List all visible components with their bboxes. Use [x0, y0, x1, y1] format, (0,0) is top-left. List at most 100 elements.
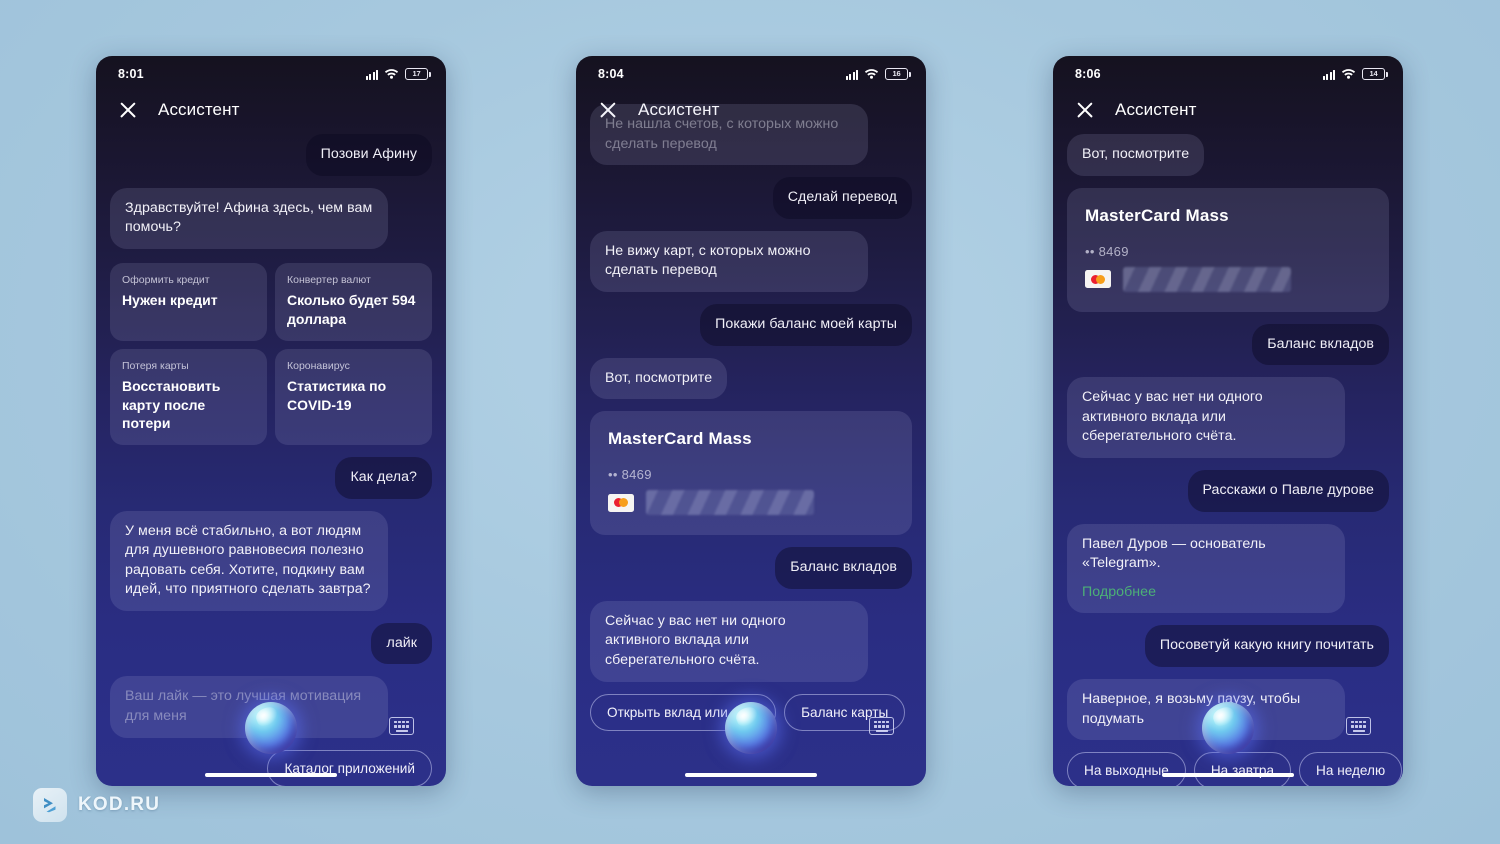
home-indicator[interactable]: [205, 773, 337, 777]
user-message-bubble: лайк: [371, 622, 432, 665]
assistant-message-bubble: Сейчас у вас нет ни одного активного вкл…: [590, 600, 868, 682]
phone-2: 8:04 16 Ассистент Не нашла счетов, с которы…: [576, 56, 926, 786]
user-message-bubble: Баланс вкладов: [775, 547, 912, 589]
assistant-message-bubble: Не нашла счетов, с которых можно сделать…: [590, 104, 868, 166]
hidden-balance-placeholder: [646, 490, 814, 516]
bank-card-widget[interactable]: MasterCard Mass •• 8469: [1067, 187, 1389, 312]
message-row: Сейчас у вас нет ни одного активного вкл…: [590, 600, 912, 682]
battery-level: 16: [892, 69, 901, 79]
chat-stream: Не нашла счетов, с которых можно сделать…: [576, 104, 926, 682]
message-text: Позови Афину: [320, 146, 417, 162]
keyboard-icon[interactable]: [1346, 717, 1371, 735]
assistant-message-bubble: Вот, посмотрите: [590, 357, 728, 400]
user-message-bubble: Посоветуй какую книгу почитать: [1144, 625, 1389, 667]
wifi-icon: [384, 67, 399, 82]
message-row: Не нашла счетов, с которых можно сделать…: [590, 104, 912, 166]
card-bottom-row: [608, 490, 894, 516]
suggestion-card-title: Восстановить карту после потери: [122, 378, 221, 431]
bank-card-widget[interactable]: MasterCard Mass •• 8469: [590, 411, 912, 536]
battery-level: 14: [1369, 69, 1378, 79]
suggestion-card-title: Сколько будет 594 доллара: [287, 292, 416, 327]
keyboard-icon[interactable]: [869, 717, 894, 735]
suggestion-card[interactable]: Потеря карты Восстановить карту после пот…: [110, 348, 267, 445]
message-row: Вот, посмотрите: [590, 357, 912, 400]
assistant-orb-button[interactable]: [1202, 702, 1254, 754]
message-text: Вот, посмотрите: [1082, 146, 1190, 162]
chat-stream: Вот, посмотрите MasterCard Mass •• 8469 Бал…: [1053, 134, 1403, 741]
card-number-mask: •• 8469: [1085, 243, 1129, 259]
phone-3: 8:06 14 Ассистент Вот, посмотрите MasterCard…: [1053, 56, 1403, 786]
status-icons: 16: [845, 67, 911, 82]
phone-screenshots-group: 8:01 17 Ассистент Позови Афину Здравствуйте!…: [0, 0, 1500, 844]
message-row: Вот, посмотрите: [1067, 134, 1389, 176]
suggestion-card-title: Статистика по COVID-19: [287, 378, 387, 413]
card-name: MasterCard Mass: [1085, 205, 1229, 225]
mastercard-logo-icon: [608, 493, 634, 512]
message-row: Позови Афину: [110, 134, 432, 176]
suggestion-card[interactable]: Оформить кредит Нужен кредит: [110, 262, 267, 341]
keyboard-icon[interactable]: [389, 717, 414, 735]
home-indicator[interactable]: [685, 773, 817, 777]
wifi-icon: [864, 67, 879, 82]
status-icons: 17: [365, 67, 431, 82]
battery-icon: 17: [405, 68, 431, 80]
suggestion-card-title: Нужен кредит: [122, 292, 218, 309]
assistant-message-bubble: Не вижу карт, с которых можно сделать пе…: [590, 230, 868, 292]
close-icon[interactable]: [1075, 100, 1095, 120]
status-bar: 8:04 16: [576, 56, 926, 86]
status-icons: 14: [1322, 67, 1388, 82]
message-text: Расскажи о Павле дурове: [1202, 481, 1374, 498]
message-row: лайк: [110, 622, 432, 665]
user-message-bubble: Сделай перевод: [772, 177, 912, 219]
status-time: 8:04: [598, 67, 624, 81]
message-text: Сейчас у вас нет ни одного активного вкл…: [1082, 389, 1263, 445]
wifi-icon: [1341, 67, 1356, 82]
message-row: У меня всё стабильно, а вот людям для ду…: [110, 510, 432, 611]
user-message-bubble: Как дела?: [335, 456, 432, 499]
message-row: Расскажи о Павле дурове: [1067, 469, 1389, 512]
user-message-bubble: Баланс вкладов: [1252, 323, 1389, 366]
message-text: У меня всё стабильно, а вот людям для ду…: [125, 522, 371, 598]
message-row: Покажи баланс моей карты: [590, 303, 912, 346]
assistant-bottom-bar: [96, 690, 446, 786]
message-text: Не нашла счетов, с которых можно сделать…: [605, 116, 839, 152]
page-title: Ассистент: [158, 100, 240, 119]
status-time: 8:01: [118, 67, 144, 81]
more-details-link[interactable]: Подробнее: [1082, 583, 1330, 603]
app-bar: Ассистент: [96, 86, 446, 134]
watermark-text: KOD.RU: [78, 794, 161, 815]
user-message-bubble: Расскажи о Павле дурове: [1187, 469, 1389, 512]
battery-icon: 14: [1362, 68, 1388, 80]
user-message-bubble: Позови Афину: [305, 134, 432, 176]
message-text: лайк: [386, 634, 417, 651]
message-text: Сейчас у вас нет ни одного активного вкл…: [605, 612, 786, 668]
card-name: MasterCard Mass: [608, 429, 752, 449]
message-row: Как дела?: [110, 456, 432, 499]
status-bar: 8:01 17: [96, 56, 446, 86]
assistant-bottom-bar: [1053, 690, 1403, 786]
message-text: Баланс вкладов: [1267, 335, 1374, 352]
signal-icon: [365, 69, 378, 80]
message-row: Павел Дуров — основатель «Telegram». Подр…: [1067, 523, 1389, 614]
signal-icon: [845, 69, 858, 80]
suggestion-card[interactable]: Коронавирус Статистика по COVID-19: [275, 348, 432, 445]
home-indicator[interactable]: [1162, 773, 1294, 777]
message-row: Баланс вкладов: [1067, 323, 1389, 366]
message-text: Сделай перевод: [787, 189, 897, 206]
assistant-orb-button[interactable]: [245, 702, 297, 754]
suggestion-card-grid: Оформить кредит Нужен кредит Конвертер вал…: [110, 262, 432, 445]
chat-stream: Позови Афину Здравствуйте! Афина здесь, ч…: [96, 134, 446, 738]
status-time: 8:06: [1075, 67, 1101, 81]
suggestion-card-kicker: Оформить кредит: [122, 273, 210, 286]
assistant-message-bubble: Павел Дуров — основатель «Telegram». Подр…: [1067, 523, 1345, 614]
signal-icon: [1322, 69, 1335, 80]
suggestion-card[interactable]: Конвертер валют Сколько будет 594 доллара: [275, 262, 432, 341]
message-text: Баланс вкладов: [790, 559, 897, 576]
battery-icon: 16: [885, 68, 911, 80]
assistant-message-bubble: У меня всё стабильно, а вот людям для ду…: [110, 510, 388, 611]
card-bottom-row: [1085, 266, 1371, 292]
watermark: KOD.RU: [33, 788, 160, 822]
assistant-orb-button[interactable]: [725, 702, 777, 754]
close-icon[interactable]: [118, 100, 138, 120]
assistant-message-bubble: Вот, посмотрите: [1067, 134, 1205, 176]
